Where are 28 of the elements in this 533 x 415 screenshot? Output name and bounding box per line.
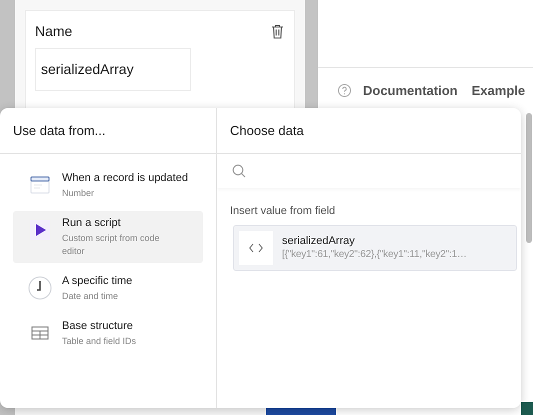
source-title: Run a script — [62, 216, 122, 230]
data-title: Choose data — [230, 122, 304, 140]
panel-tab[interactable]: Example — [472, 81, 526, 100]
source-subtitle: Number — [62, 187, 96, 200]
source-subtitle: Custom script from code editor — [62, 232, 161, 258]
code-icon — [249, 242, 263, 252]
table-icon — [31, 325, 49, 341]
play-icon — [30, 220, 50, 240]
source-subtitle: Table and field IDs — [62, 335, 136, 348]
source-title: A specific time — [62, 274, 132, 288]
field-option[interactable]: serializedArray [{"key1":61,"key2":62},{"key1":11,"key2":1… — [233, 224, 517, 270]
name-label: Name — [35, 22, 72, 41]
source-option[interactable]: Run a script Custom script from code editor — [13, 211, 203, 263]
scrollbar[interactable] — [526, 113, 532, 243]
source-title: When a record is updated — [62, 171, 188, 185]
record-icon — [30, 175, 50, 195]
clock-icon — [28, 276, 52, 300]
help-icon[interactable] — [338, 84, 351, 98]
sources-title: Use data from... — [13, 122, 106, 140]
source-subtitle: Date and time — [62, 290, 120, 303]
trash-icon[interactable] — [271, 24, 284, 39]
field-value: [{"key1":61,"key2":62},{"key1":11,"key2":1… — [282, 248, 467, 262]
search-icon — [232, 164, 246, 178]
panel-tab[interactable]: Documentation — [363, 81, 458, 100]
field-name: serializedArray — [282, 234, 356, 248]
section-label: Insert value from field — [230, 204, 336, 219]
source-title: Base structure — [62, 319, 134, 333]
name-field[interactable]: serializedArray — [35, 48, 191, 91]
